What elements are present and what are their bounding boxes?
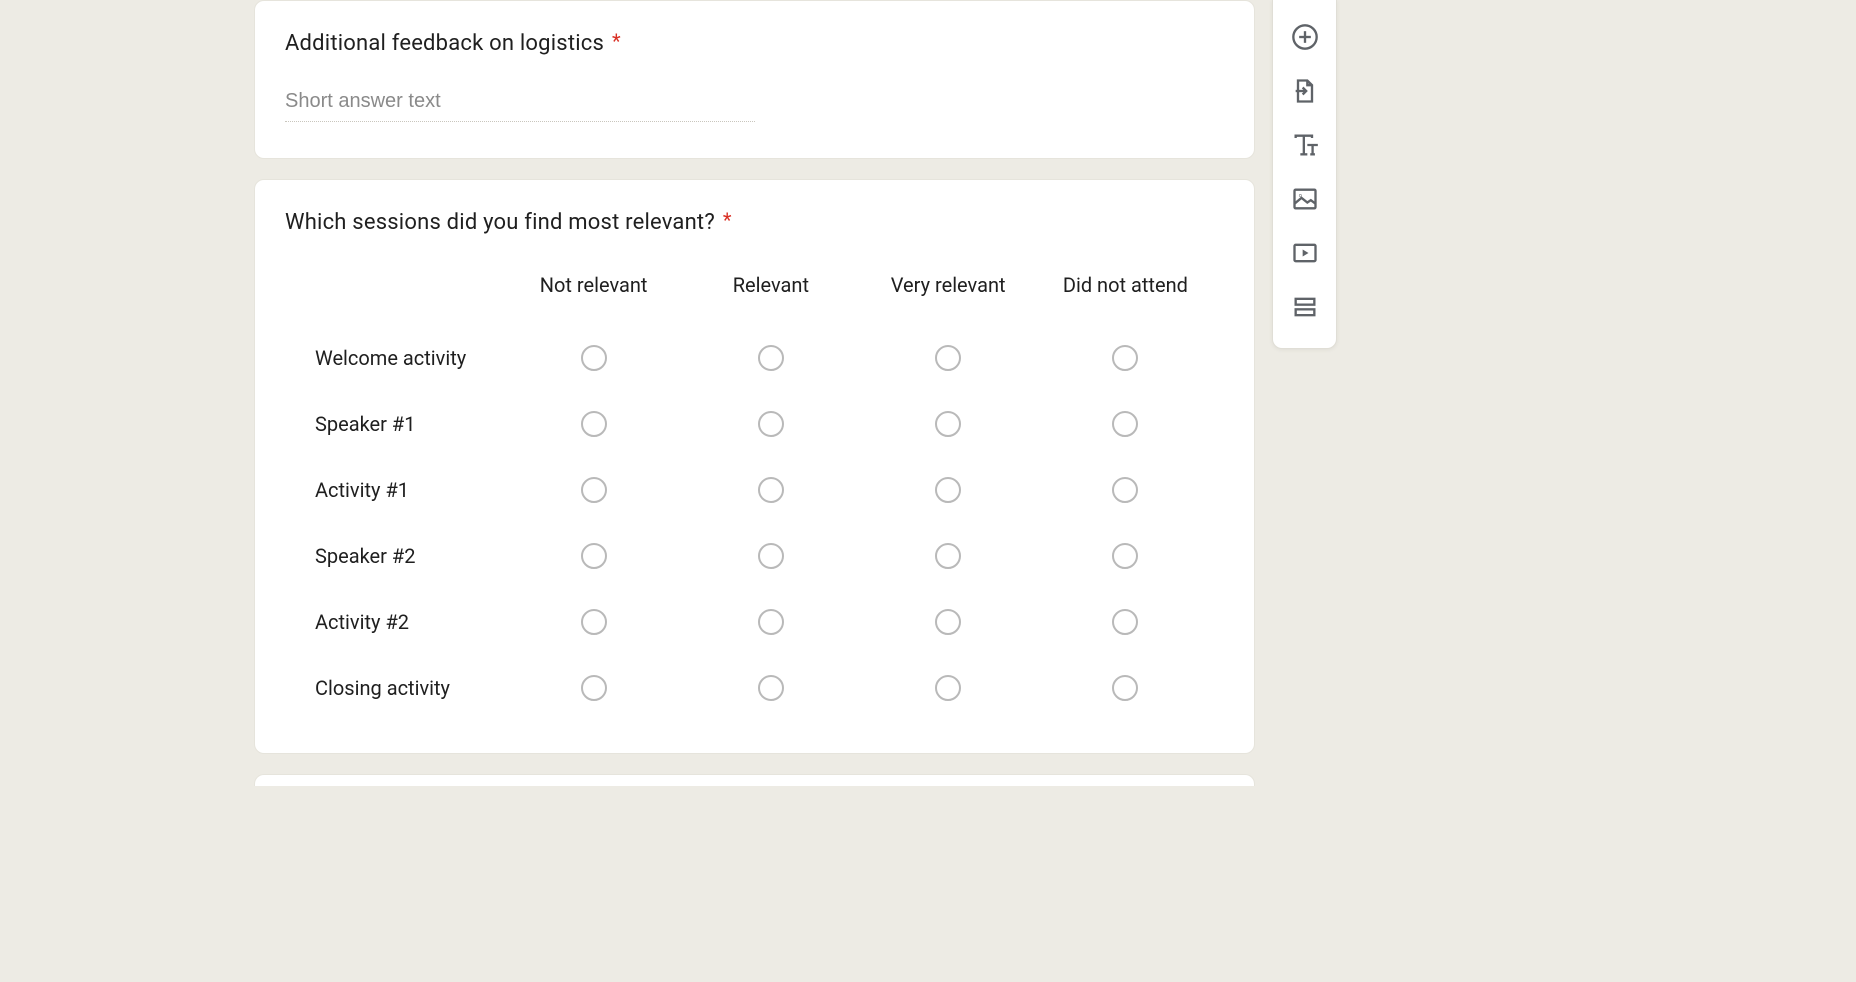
grid-row-label: Speaker #2 [295,544,505,568]
radio-option[interactable] [935,675,961,701]
grid-row: Speaker #2 [285,543,1224,569]
radio-cell [505,543,682,569]
grid-row-label: Speaker #1 [295,412,505,436]
radio-option[interactable] [1112,543,1138,569]
radio-option[interactable] [758,543,784,569]
grid-column-header: Not relevant [505,265,682,305]
add-title-button[interactable] [1282,122,1328,168]
grid-row: Closing activity [285,675,1224,701]
grid-row-label: Activity #1 [295,478,505,502]
radio-option[interactable] [758,609,784,635]
radio-option[interactable] [935,345,961,371]
radio-option[interactable] [1112,675,1138,701]
question-card-feedback[interactable]: Additional feedback on logistics * [254,0,1255,159]
radio-cell [682,411,859,437]
add-question-button[interactable] [1282,14,1328,60]
radio-option[interactable] [581,477,607,503]
grid-row: Speaker #1 [285,411,1224,437]
radio-cell [1037,411,1214,437]
image-icon [1291,185,1319,213]
required-star: * [612,29,621,53]
radio-cell [682,477,859,503]
question-card-partial [254,774,1255,786]
grid-row-label: Activity #2 [295,610,505,634]
radio-cell [682,675,859,701]
import-questions-button[interactable] [1282,68,1328,114]
add-video-button[interactable] [1282,230,1328,276]
radio-option[interactable] [1112,411,1138,437]
radio-cell [860,345,1037,371]
radio-option[interactable] [758,411,784,437]
radio-cell [860,675,1037,701]
radio-option[interactable] [1112,609,1138,635]
radio-cell [682,345,859,371]
radio-option[interactable] [935,609,961,635]
radio-option[interactable] [758,675,784,701]
radio-cell [1037,675,1214,701]
add-image-button[interactable] [1282,176,1328,222]
question-card-sessions[interactable]: Which sessions did you find most relevan… [254,179,1255,754]
radio-option[interactable] [581,411,607,437]
grid-column-header: Did not attend [1037,265,1214,305]
radio-option[interactable] [581,345,607,371]
question-title: Additional feedback on logistics [285,31,604,56]
section-icon [1291,293,1319,321]
grid-header-row: Not relevant Relevant Very relevant Did … [285,265,1224,305]
radio-cell [860,411,1037,437]
question-toolbar [1272,0,1337,349]
grid-row-label: Closing activity [295,676,505,700]
radio-cell [1037,543,1214,569]
radio-cell [860,609,1037,635]
grid-column-header: Relevant [682,265,859,305]
radio-cell [682,543,859,569]
radio-option[interactable] [758,477,784,503]
radio-cell [860,543,1037,569]
grid-row: Activity #1 [285,477,1224,503]
radio-option[interactable] [581,609,607,635]
radio-option[interactable] [581,675,607,701]
text-icon [1291,131,1319,159]
question-title-row: Additional feedback on logistics * [285,31,1224,56]
radio-option[interactable] [758,345,784,371]
video-icon [1291,239,1319,267]
radio-cell [505,675,682,701]
question-title: Which sessions did you find most relevan… [285,210,715,235]
grid-row-label: Welcome activity [295,346,505,370]
import-icon [1291,77,1319,105]
radio-option[interactable] [1112,345,1138,371]
radio-cell [1037,345,1214,371]
radio-option[interactable] [935,411,961,437]
plus-circle-icon [1291,23,1319,51]
radio-cell [505,411,682,437]
radio-cell [505,477,682,503]
radio-cell [505,345,682,371]
radio-option[interactable] [1112,477,1138,503]
radio-cell [682,609,859,635]
radio-option[interactable] [935,543,961,569]
grid-column-header: Very relevant [860,265,1037,305]
radio-option[interactable] [935,477,961,503]
add-section-button[interactable] [1282,284,1328,330]
required-star: * [723,208,732,232]
radio-cell [1037,477,1214,503]
radio-cell [860,477,1037,503]
radio-cell [505,609,682,635]
grid-row: Activity #2 [285,609,1224,635]
grid-row: Welcome activity [285,345,1224,371]
radio-option[interactable] [581,543,607,569]
short-answer-input [285,90,755,122]
grid-table: Not relevant Relevant Very relevant Did … [285,265,1224,701]
question-title-row: Which sessions did you find most relevan… [285,210,1224,235]
radio-cell [1037,609,1214,635]
